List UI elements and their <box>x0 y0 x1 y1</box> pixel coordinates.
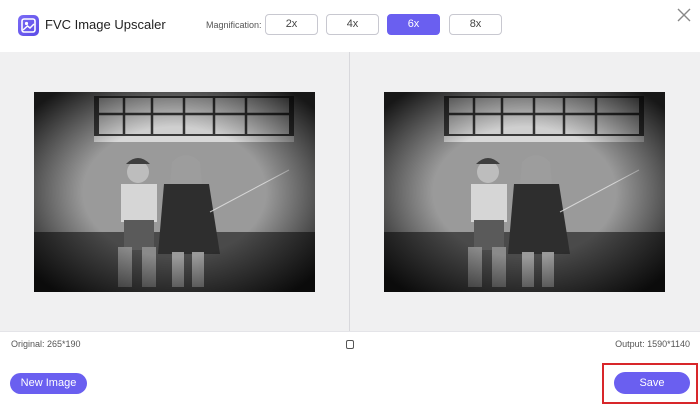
footer-bar: New Image Save <box>0 356 700 411</box>
info-bar: Original: 265*190 Output: 1590*1140 <box>0 331 700 356</box>
original-size-label: Original: 265*190 <box>11 339 81 349</box>
close-icon[interactable] <box>676 7 692 23</box>
magnification-8x-button[interactable]: 8x <box>449 14 502 35</box>
magnification-2x-button[interactable]: 2x <box>265 14 318 35</box>
magnification-6x-button[interactable]: 6x <box>387 14 440 35</box>
preview-divider <box>349 52 350 331</box>
magnification-4x-button[interactable]: 4x <box>326 14 379 35</box>
header-bar: FVC Image Upscaler Magnification: 2x 4x … <box>0 0 700 52</box>
compare-toggle-icon[interactable] <box>346 340 354 349</box>
output-image-preview <box>384 92 665 292</box>
output-size-label: Output: 1590*1140 <box>615 339 690 349</box>
preview-area <box>0 52 700 331</box>
magnification-label: Magnification: <box>206 20 262 30</box>
save-button[interactable]: Save <box>614 372 690 394</box>
app-title: FVC Image Upscaler <box>45 17 166 32</box>
image-upscaler-logo-icon <box>18 15 39 36</box>
new-image-button[interactable]: New Image <box>10 373 87 394</box>
original-image-preview <box>34 92 315 292</box>
